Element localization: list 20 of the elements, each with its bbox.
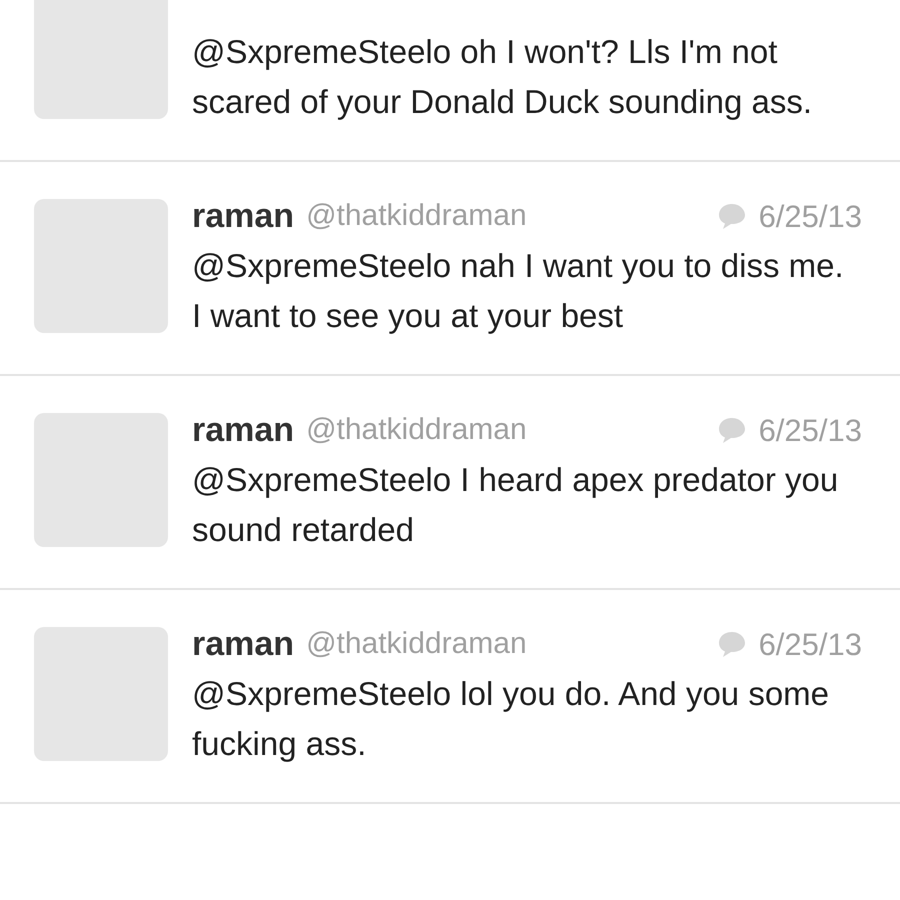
- speech-bubble-icon: [716, 202, 747, 230]
- tweet-text: @SxpremeSteelo nah I want you to diss me. I want to see you at your best: [192, 246, 845, 336]
- avatar[interactable]: [34, 0, 168, 119]
- user-name[interactable]: raman: [192, 199, 294, 233]
- tweet-date: 6/25/13: [758, 414, 862, 446]
- tweet-date: 6/25/13: [758, 200, 862, 232]
- tweet-text: @SxpremeSteelo oh I won't? Lls I'm not scared of your Donald Duck sounding ass.: [192, 32, 814, 122]
- avatar[interactable]: [34, 199, 168, 333]
- user-name[interactable]: raman: [192, 627, 294, 661]
- user-handle: @thatkiddraman: [306, 629, 527, 659]
- user-handle: @thatkiddraman: [306, 201, 527, 231]
- avatar[interactable]: [34, 413, 168, 547]
- speech-bubble-icon: [716, 416, 747, 444]
- tweet-text: @SxpremeSteelo lol you do. And you some fucking ass.: [192, 674, 830, 764]
- speech-bubble-icon: [716, 630, 747, 658]
- tweet-text: @SxpremeSteelo I heard apex predator you sound retarded: [192, 460, 840, 550]
- avatar[interactable]: [34, 627, 168, 761]
- user-name[interactable]: raman: [192, 413, 294, 447]
- user-handle: @thatkiddraman: [306, 415, 527, 445]
- tweet-date: 6/25/13: [758, 628, 862, 660]
